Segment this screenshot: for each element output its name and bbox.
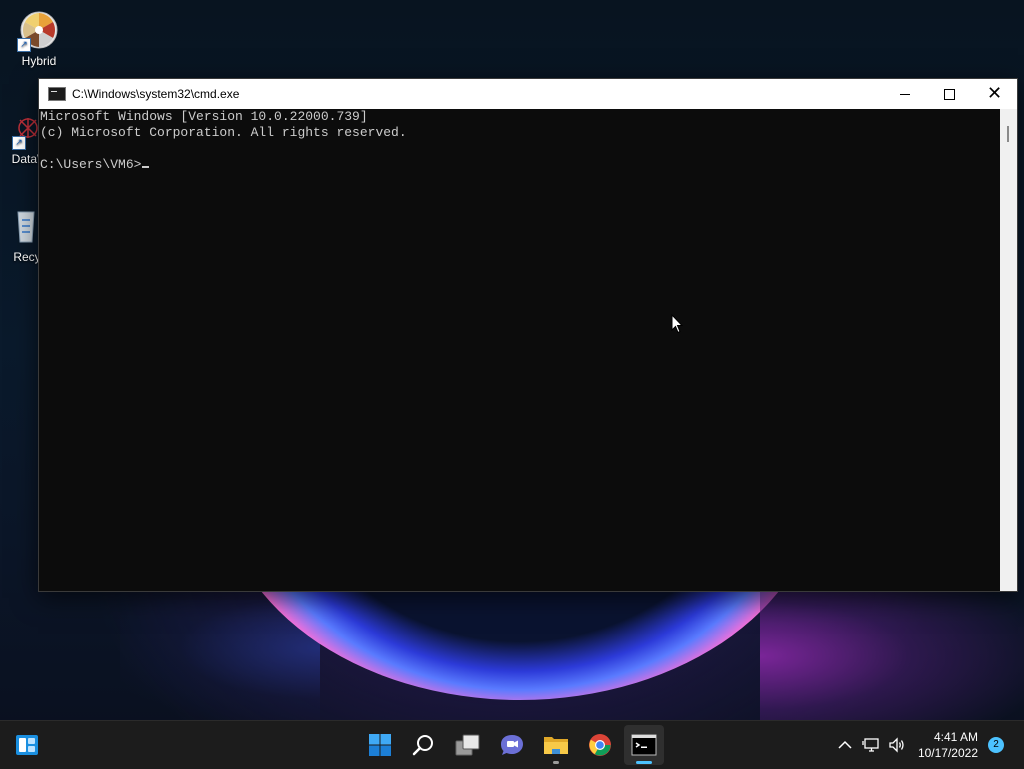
notification-badge[interactable]: 2 [988,737,1004,753]
close-button[interactable]: ✕ [972,79,1017,109]
search-button[interactable] [404,725,444,765]
teams-chat-icon [501,735,523,755]
chrome-button[interactable] [580,725,620,765]
command-prompt-button[interactable] [624,725,664,765]
volume-icon [889,737,904,753]
window-titlebar[interactable]: C:\Windows\system32\cmd.exe ✕ [39,79,1017,109]
clock[interactable]: 4:41 AM 10/17/2022 [918,729,978,761]
taskbar-apps [360,725,664,765]
recycle-bin-icon [0,206,38,246]
shortcut-arrow-icon: ↗ [17,38,31,52]
running-indicator [553,761,559,764]
widgets-button[interactable] [14,733,40,757]
desktop-icon-label: Hybrid [21,54,57,68]
caption-buttons: ✕ [882,79,1017,109]
file-explorer-button[interactable] [536,725,576,765]
volume-button[interactable] [884,732,910,758]
task-view-button[interactable] [448,725,488,765]
windows-logo-icon [369,734,391,756]
vertical-scrollbar[interactable] [1000,109,1017,591]
system-tray: 4:41 AM 10/17/2022 2 [832,721,1024,769]
taskbar: 4:41 AM 10/17/2022 2 [0,720,1024,769]
console-prompt: C:\Users\VM6> [40,157,142,172]
window-title: C:\Windows\system32\cmd.exe [72,87,240,101]
chevron-up-icon [838,740,852,749]
cmd-window[interactable]: C:\Windows\system32\cmd.exe ✕ Microsoft … [38,78,1018,592]
network-button[interactable] [858,732,884,758]
console-line: (c) Microsoft Corporation. All rights re… [40,125,407,140]
folder-icon [544,737,568,754]
task-view-icon [455,734,480,756]
active-indicator [636,761,652,764]
show-hidden-icons-button[interactable] [832,732,858,758]
network-icon [862,738,879,752]
minimize-icon [899,93,910,95]
console-output[interactable]: Microsoft Windows [Version 10.0.22000.73… [39,109,999,589]
clock-date: 10/17/2022 [917,746,978,760]
maximize-icon [944,88,955,100]
start-button[interactable] [360,725,400,765]
datawrangler-app-icon: ↗ [0,108,38,150]
maximize-button[interactable] [927,79,972,109]
cmd-app-icon [48,87,66,101]
minimize-button[interactable] [882,79,927,109]
scrollbar-thumb[interactable] [1007,126,1009,142]
chat-button[interactable] [492,725,532,765]
mouse-pointer-icon [671,313,684,334]
close-icon: ✕ [986,83,1003,104]
hybrid-app-icon: ↗ [17,10,59,52]
widgets-icon [16,735,38,755]
terminal-icon [631,734,657,756]
chrome-icon [589,734,611,756]
text-cursor [142,166,150,168]
shortcut-arrow-icon: ↗ [12,136,26,150]
clock-time: 4:41 AM [933,730,978,744]
console-prompt-line[interactable]: C:\Users\VM6> [40,157,999,173]
console-line: Microsoft Windows [Version 10.0.22000.73… [40,109,368,124]
search-icon [412,735,433,756]
desktop-icon-hybrid[interactable]: ↗ Hybrid [1,10,77,68]
